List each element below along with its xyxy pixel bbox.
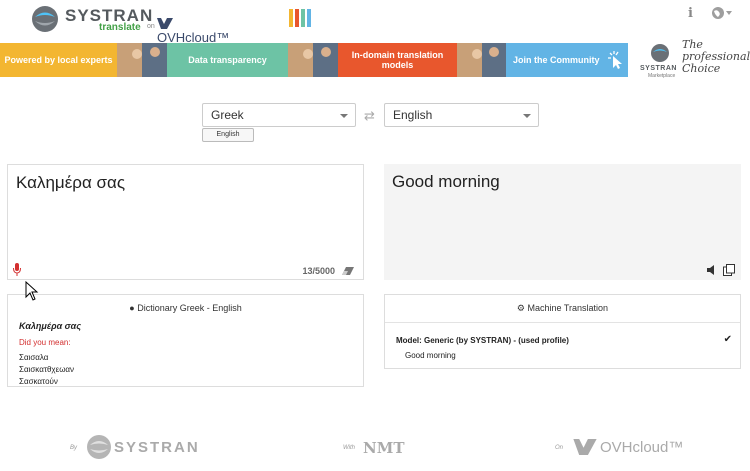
speaker-icon[interactable] xyxy=(707,265,716,275)
mouse-cursor-icon xyxy=(25,281,39,301)
machine-translation-panel: ⚙ Machine Translation Model: Generic (by… xyxy=(384,294,741,369)
banner-tile-local-experts[interactable]: Powered by local experts xyxy=(0,43,117,77)
logo-on-text: on xyxy=(147,23,155,30)
footer-nmt-text: NMT xyxy=(363,439,405,457)
target-text: Good morning xyxy=(392,172,500,191)
marketplace-sub: Marketplace xyxy=(648,73,676,79)
marketplace-brand: SYSTRAN xyxy=(640,65,677,72)
footer-with-nmt[interactable]: With NMT xyxy=(343,432,413,462)
systran-swirl-icon xyxy=(87,435,111,459)
banner-photo xyxy=(117,43,167,77)
target-text-area[interactable]: Good morning xyxy=(384,164,741,280)
divider xyxy=(385,322,740,323)
systran-swirl-icon xyxy=(651,44,669,62)
footer-by-label: By xyxy=(70,445,78,451)
banner-tile-join-community[interactable]: Join the Community xyxy=(506,43,628,77)
source-language-value: Greek xyxy=(211,108,244,122)
dictionary-word: Καλημέρα σας xyxy=(19,321,82,331)
header: SYSTRAN translate on OVHcloud™ i xyxy=(0,0,750,45)
footer-with-label: With xyxy=(343,445,355,451)
globe-icon[interactable] xyxy=(711,6,733,20)
swap-languages-icon[interactable]: ⇄ xyxy=(364,108,375,124)
target-language-select[interactable]: English xyxy=(384,103,539,127)
source-text-area[interactable]: Καλημέρα σας 13/5000 xyxy=(7,164,364,280)
footer-on-ovhcloud[interactable]: On OVHcloud™ xyxy=(555,432,685,462)
copy-icon[interactable] xyxy=(723,264,735,276)
source-language-select[interactable]: Greek xyxy=(202,103,356,127)
dictionary-header: ● Dictionary Greek - English xyxy=(8,303,363,313)
character-count: 13/5000 xyxy=(302,266,335,276)
banner-photo xyxy=(288,43,338,77)
systran-translate-logo[interactable]: SYSTRAN translate on OVHcloud™ xyxy=(30,4,240,45)
ovh-mark-icon xyxy=(157,18,173,30)
ovhcloud-logo: OVHcloud™ xyxy=(157,15,240,45)
ovh-mark-icon xyxy=(573,439,597,455)
dictionary-title: Dictionary Greek - English xyxy=(137,303,242,313)
systran-swirl-icon xyxy=(32,6,58,32)
translation-model[interactable]: Model: Generic (by SYSTRAN) - (used prof… xyxy=(396,336,569,345)
banner-tile-in-domain-models[interactable]: In-domain translation models xyxy=(338,43,457,77)
promo-banner: Powered by local experts Data transparen… xyxy=(0,39,750,80)
banner-photo xyxy=(457,43,506,77)
banner-tile-label: Powered by local experts xyxy=(4,55,113,65)
logo-product-text: translate xyxy=(99,22,141,33)
did-you-mean-label: Did you mean: xyxy=(19,338,71,347)
click-pointer-icon xyxy=(607,51,622,69)
banner-tile-data-transparency[interactable]: Data transparency xyxy=(167,43,288,77)
checkmark-icon: ✔ xyxy=(723,334,732,345)
footer-ovh-text: OVHcloud™ xyxy=(600,439,684,456)
gear-icon: ⚙ xyxy=(516,303,525,313)
chevron-down-icon xyxy=(523,114,531,118)
footer-by-systran[interactable]: By SYSTRAN xyxy=(70,432,198,462)
banner-tile-label: Data transparency xyxy=(188,55,267,65)
target-language-value: English xyxy=(393,108,433,122)
banner-tile-label: Join the Community xyxy=(513,55,600,65)
microphone-icon[interactable] xyxy=(13,263,21,276)
translation-result: Good morning xyxy=(405,351,456,360)
banner-tile-label: In-domain translation models xyxy=(351,50,444,70)
dictionary-panel: ● Dictionary Greek - English Καλημέρα σα… xyxy=(7,294,364,387)
footer-systran-text: SYSTRAN xyxy=(114,439,200,456)
footer-on-label: On xyxy=(555,445,564,451)
machine-translation-header: ⚙ Machine Translation xyxy=(385,303,740,314)
suggestion-list: Σαισαλα Σαισκατθχεωαν Σασκατούν xyxy=(19,352,74,388)
eraser-icon[interactable] xyxy=(342,267,354,275)
suggestion-item[interactable]: Σαισκατθχεωαν xyxy=(19,364,74,376)
chevron-down-icon xyxy=(340,114,348,118)
globe-icon: ● xyxy=(129,303,135,313)
marketplace-tagline: The professional Choice xyxy=(682,38,750,75)
info-icon[interactable]: i xyxy=(688,6,693,21)
brand-stripes-icon xyxy=(289,9,317,27)
suggestion-item[interactable]: Σαισαλα xyxy=(19,352,74,364)
systran-marketplace-logo[interactable]: SYSTRAN Marketplace The professional Cho… xyxy=(638,39,750,80)
source-text[interactable]: Καλημέρα σας xyxy=(16,173,125,193)
detected-language-chip[interactable]: English xyxy=(202,128,254,142)
machine-translation-title: Machine Translation xyxy=(527,303,609,313)
suggestion-item[interactable]: Σασκατούν xyxy=(19,376,74,388)
